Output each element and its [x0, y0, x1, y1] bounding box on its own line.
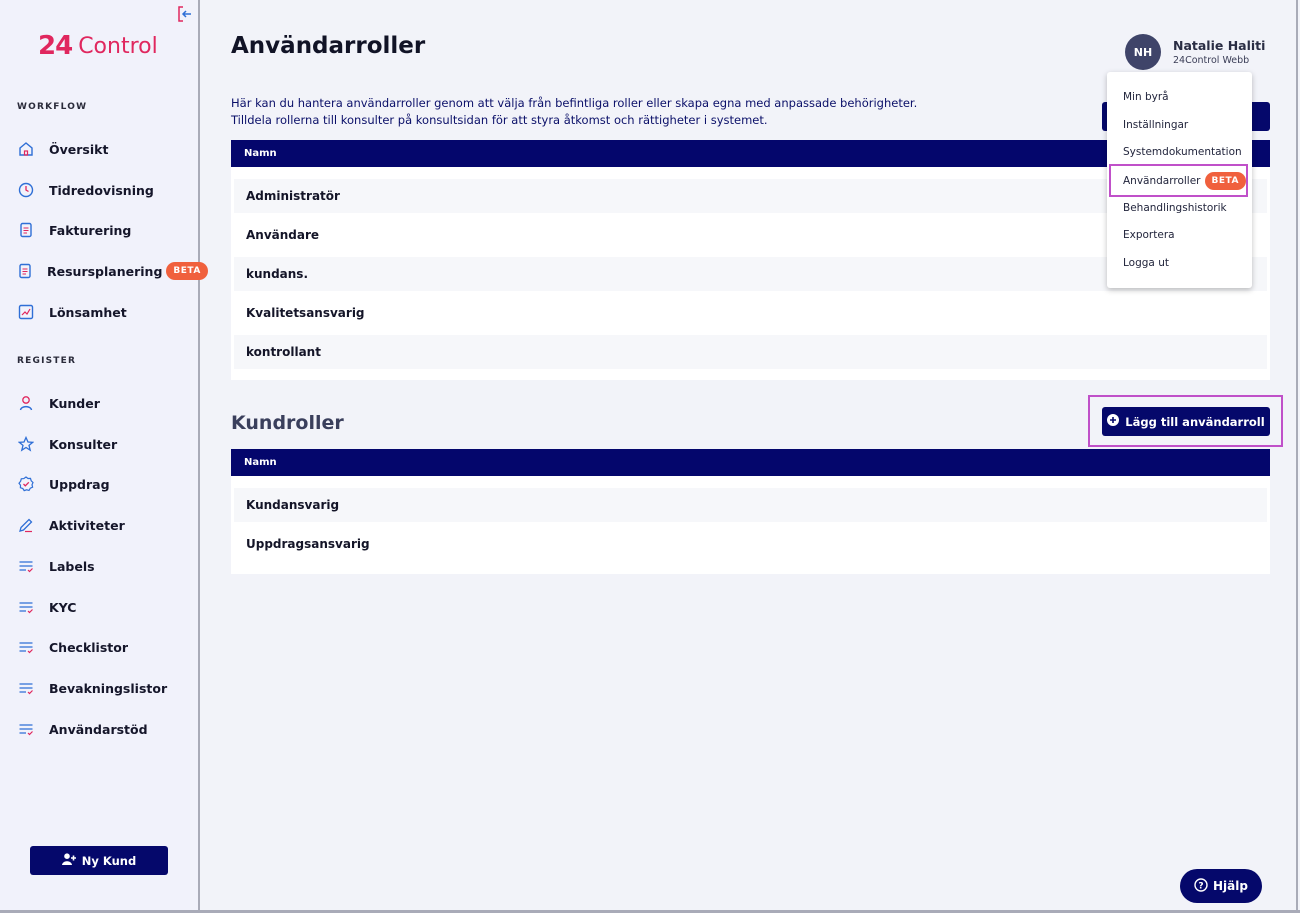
page-description: Här kan du hantera användarroller genom …	[231, 95, 917, 129]
sidebar-item-label: Tidredovisning	[49, 182, 154, 198]
list-check-icon	[17, 638, 35, 656]
sidebar-item-resursplanering[interactable]: Resursplanering BETA	[17, 260, 208, 282]
clock-icon	[17, 181, 35, 199]
menu-item-behandlingshistorik[interactable]: Behandlingshistorik	[1123, 200, 1227, 216]
customer-roles-title: Kundroller	[231, 412, 344, 434]
help-label: Hjälp	[1213, 879, 1248, 893]
sidebar-item-label: Konsulter	[49, 436, 118, 452]
sidebar-item-labels[interactable]: Labels	[17, 555, 192, 577]
menu-item-label: Användarroller	[1123, 175, 1201, 187]
table-row[interactable]: Kvalitetsansvarig	[234, 296, 1267, 330]
menu-item-logga-ut[interactable]: Logga ut	[1123, 255, 1169, 271]
sidebar-item-konsulter[interactable]: Konsulter	[17, 433, 192, 455]
sidebar-item-label: Översikt	[49, 141, 109, 157]
help-icon: ?	[1194, 877, 1208, 895]
avatar[interactable]: NH	[1125, 34, 1161, 70]
new-customer-button[interactable]: Ny Kund	[30, 846, 168, 875]
collapse-sidebar-icon[interactable]	[177, 5, 193, 23]
beta-badge: BETA	[166, 262, 208, 280]
add-user-icon	[61, 853, 76, 868]
help-button[interactable]: ? Hjälp	[1180, 869, 1262, 903]
sidebar-item-label: Checklistor	[49, 639, 129, 655]
sidebar-item-label: Kunder	[49, 395, 100, 411]
sidebar-item-tidredovisning[interactable]: Tidredovisning	[17, 179, 192, 201]
sidebar-item-label: Fakturering	[49, 222, 132, 238]
sidebar-item-bevakningslistor[interactable]: Bevakningslistor	[17, 677, 192, 699]
menu-item-min-byra[interactable]: Min byrå	[1123, 89, 1169, 105]
chart-icon	[17, 303, 35, 321]
table-header: Namn	[231, 449, 1270, 476]
highlight-box: Lägg till användarroll	[1088, 395, 1283, 447]
register-section-label: REGISTER	[17, 356, 77, 366]
document-icon	[17, 221, 35, 239]
document-icon	[17, 262, 33, 280]
workflow-section-label: WORKFLOW	[17, 102, 88, 112]
list-check-icon	[17, 679, 35, 697]
logo-text: Control	[78, 33, 158, 59]
menu-item-installningar[interactable]: Inställningar	[1123, 117, 1188, 133]
sidebar-item-checklistor[interactable]: Checklistor	[17, 636, 192, 658]
description-line: Här kan du hantera användarroller genom …	[231, 96, 918, 110]
sidebar-item-anvandarstod[interactable]: Användarstöd	[17, 718, 192, 740]
customer-roles-table: Namn Kundansvarig Uppdragsansvarig	[231, 449, 1270, 574]
add-user-role-label: Lägg till användarroll	[1125, 414, 1265, 429]
table-row[interactable]: kontrollant	[234, 335, 1267, 369]
svg-text:?: ?	[1198, 881, 1203, 891]
sidebar-item-fakturering[interactable]: Fakturering	[17, 219, 192, 241]
list-check-icon	[17, 598, 35, 616]
user-name[interactable]: Natalie Haliti	[1173, 38, 1265, 53]
user-menu: Min byrå Inställningar Systemdokumentati…	[1107, 72, 1252, 288]
plus-circle-icon	[1107, 414, 1120, 429]
sidebar-item-label: Labels	[49, 558, 95, 574]
table-row[interactable]: Kundansvarig	[234, 488, 1267, 522]
description-line: Tilldela rollerna till konsulter på kons…	[231, 113, 768, 127]
logo-mark: 24	[38, 31, 73, 61]
sidebar-item-uppdrag[interactable]: Uppdrag	[17, 473, 192, 495]
logo[interactable]: 24 Control	[38, 31, 158, 61]
sidebar-item-label: Resursplanering	[47, 263, 163, 279]
sidebar: 24 Control WORKFLOW Översikt Tidredovisn…	[0, 0, 208, 913]
add-user-role-button[interactable]: Lägg till användarroll	[1102, 407, 1270, 436]
person-icon	[17, 394, 35, 412]
sidebar-item-oversikt[interactable]: Översikt	[17, 138, 192, 160]
page-title: Användarroller	[231, 33, 426, 59]
window-border	[1296, 0, 1298, 913]
sidebar-item-label: KYC	[49, 599, 77, 615]
badge-check-icon	[17, 475, 35, 493]
user-org: 24Control Webb	[1173, 55, 1250, 66]
list-check-icon	[17, 557, 35, 575]
home-icon	[17, 140, 35, 158]
pen-icon	[17, 516, 35, 534]
table-row[interactable]: Uppdragsansvarig	[234, 527, 1267, 561]
sidebar-item-label: Användarstöd	[49, 721, 148, 737]
sidebar-item-kunder[interactable]: Kunder	[17, 392, 192, 414]
sidebar-item-label: Lönsamhet	[49, 304, 127, 320]
new-customer-label: Ny Kund	[81, 853, 137, 868]
star-icon	[17, 435, 35, 453]
sidebar-item-label: Aktiviteter	[49, 517, 125, 533]
sidebar-item-kyc[interactable]: KYC	[17, 596, 192, 618]
sidebar-item-aktiviteter[interactable]: Aktiviteter	[17, 514, 192, 536]
beta-badge: BETA	[1204, 172, 1246, 190]
sidebar-item-lonsamhet[interactable]: Lönsamhet	[17, 301, 192, 323]
menu-item-exportera[interactable]: Exportera	[1123, 227, 1175, 243]
menu-item-systemdokumentation[interactable]: Systemdokumentation	[1123, 144, 1242, 160]
menu-item-anvandarroller[interactable]: Användarroller BETA	[1123, 171, 1246, 191]
sidebar-item-label: Bevakningslistor	[49, 680, 168, 696]
sidebar-item-label: Uppdrag	[49, 476, 110, 492]
list-check-icon	[17, 720, 35, 738]
